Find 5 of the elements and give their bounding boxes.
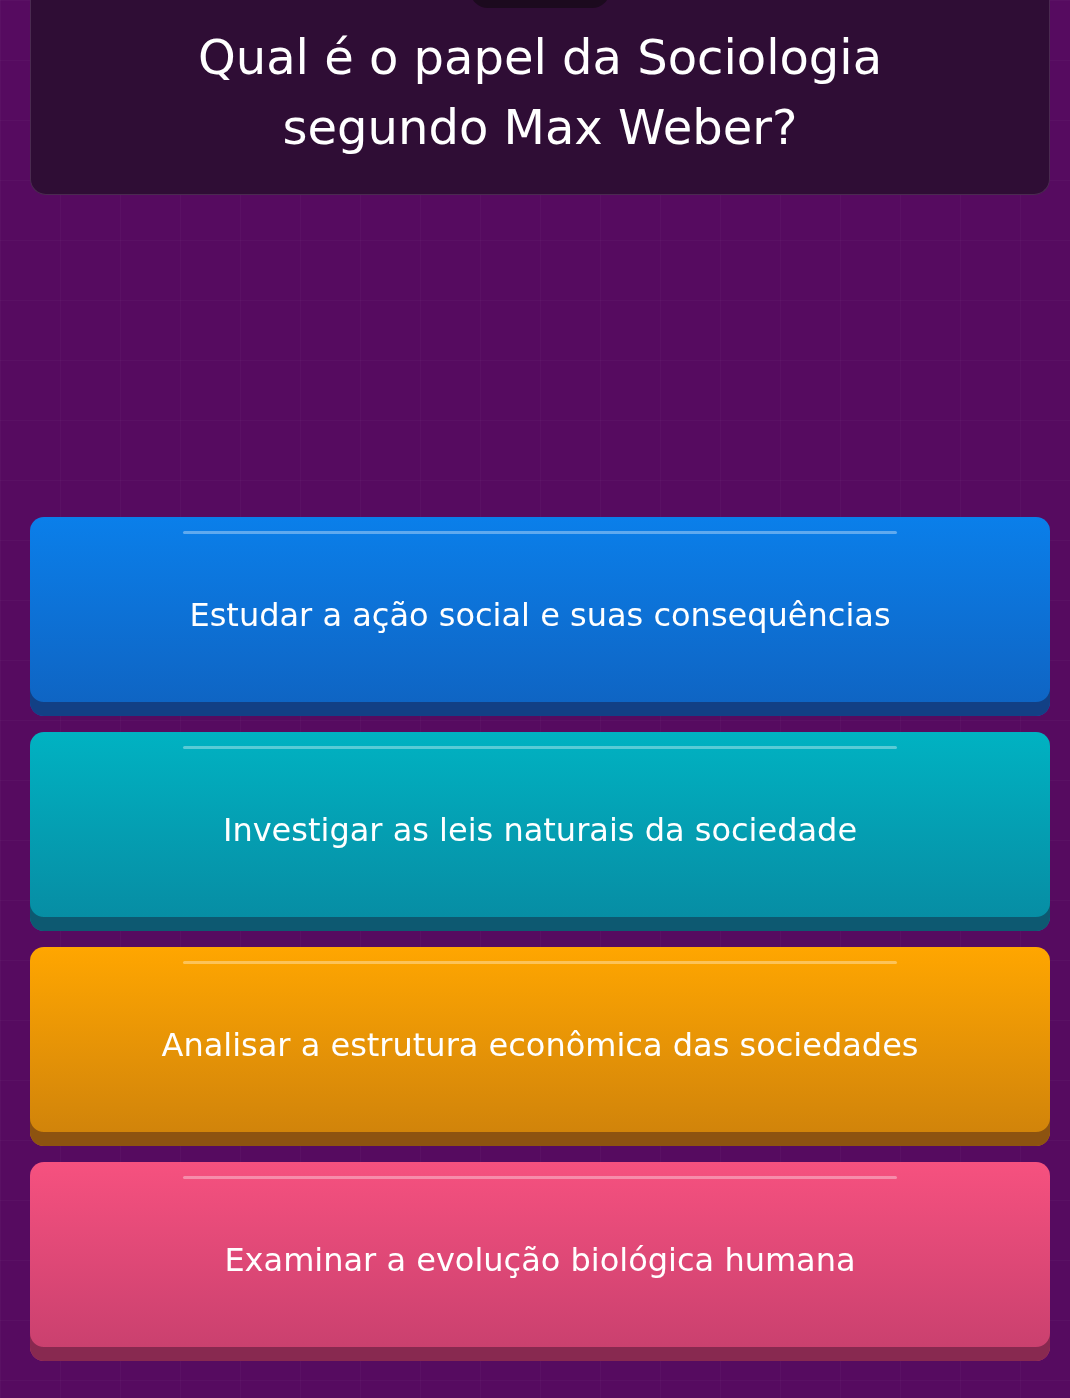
- answer-button[interactable]: Analisar a estrutura econômica das sociedades: [30, 947, 1050, 1146]
- answer-button[interactable]: Investigar as leis naturais da sociedade: [30, 732, 1050, 931]
- answer-button[interactable]: Estudar a ação social e suas consequências: [30, 517, 1050, 716]
- question-text: Qual é o papel da Sociologia segundo Max Weber?: [196, 28, 884, 157]
- answer-button[interactable]: Examinar a evolução biológica humana: [30, 1162, 1050, 1361]
